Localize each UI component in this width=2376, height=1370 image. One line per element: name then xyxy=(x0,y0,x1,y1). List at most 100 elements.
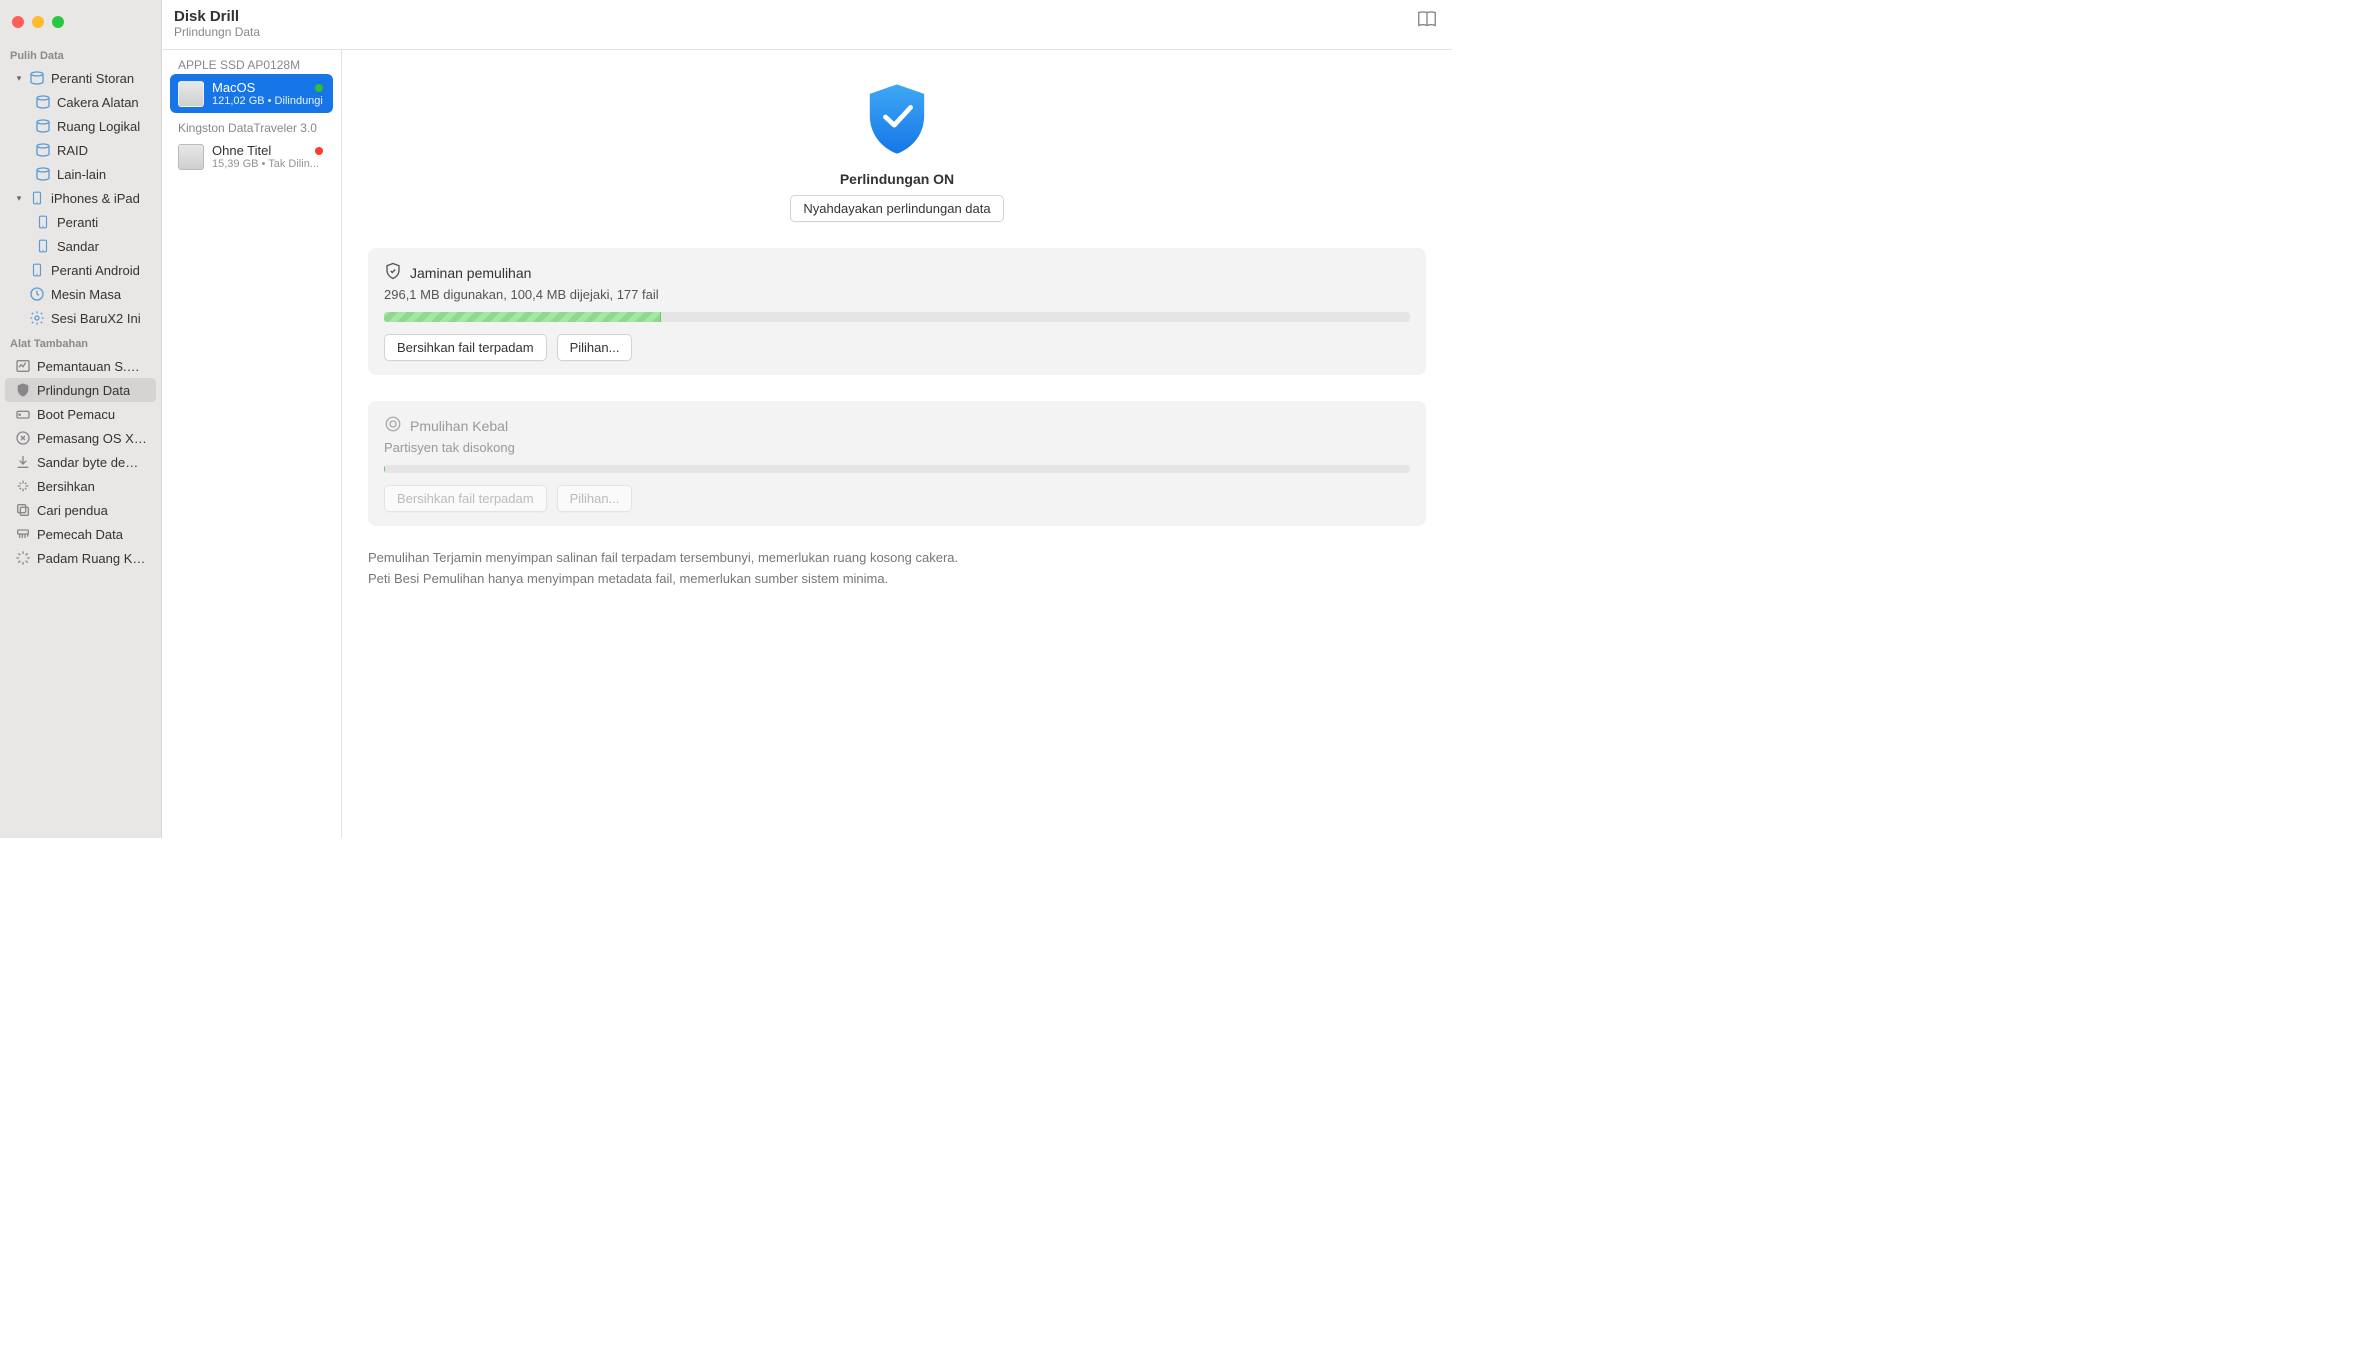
volume-name: Ohne Titel xyxy=(212,143,325,158)
label: Sandar byte demi byte xyxy=(37,455,148,470)
sidebar-item-smart[interactable]: Pemantauan S.M.A.R.T. xyxy=(5,354,156,378)
target-icon xyxy=(384,415,402,436)
card-subtitle: Partisyen tak disokong xyxy=(384,440,1410,455)
card-title: Pmulihan Kebal xyxy=(410,418,508,434)
chevron-down-icon: ▾ xyxy=(15,194,23,202)
volume-item-ohne-titel[interactable]: Ohne Titel 15,39 GB • Tak Dilin... xyxy=(170,137,333,176)
internal-disk-icon xyxy=(178,81,204,107)
recovery-guarantee-card: Jaminan pemulihan 296,1 MB digunakan, 10… xyxy=(368,248,1426,375)
volume-item-macos[interactable]: MacOS 121,02 GB • Dilindungi xyxy=(170,74,333,113)
burst-icon xyxy=(15,550,31,566)
clean-deleted-button[interactable]: Bersihkan fail terpadam xyxy=(384,334,547,361)
phone-icon xyxy=(29,262,45,278)
volume-name: MacOS xyxy=(212,80,325,95)
shredder-icon xyxy=(15,526,31,542)
disk-icon xyxy=(35,166,51,182)
label: Pemecah Data xyxy=(37,527,123,542)
header-bar: Disk Drill Prlindungn Data xyxy=(162,0,1452,50)
sidebar-item-ios-backup[interactable]: Sandar xyxy=(5,234,156,258)
label: Ruang Logikal xyxy=(57,119,140,134)
disk-icon xyxy=(29,70,45,86)
protection-status: Perlindungan ON xyxy=(368,171,1426,187)
sidebar-item-erase-free-space[interactable]: Padam Ruang Kosong xyxy=(5,546,156,570)
footnote-line: Pemulihan Terjamin menyimpan salinan fai… xyxy=(368,548,1426,569)
sidebar-item-cleanup[interactable]: Bersihkan xyxy=(5,474,156,498)
sidebar-item-osx-installer[interactable]: Pemasang OS X / mac... xyxy=(5,426,156,450)
recovery-vault-card: Pmulihan Kebal Partisyen tak disokong Be… xyxy=(368,401,1426,526)
label: Sesi BaruX2 Ini xyxy=(51,311,141,326)
sidebar-item-byte-backup[interactable]: Sandar byte demi byte xyxy=(5,450,156,474)
label: Peranti Storan xyxy=(51,71,134,86)
sidebar-item-hardware-disks[interactable]: Cakera Alatan xyxy=(5,90,156,114)
sidebar-section-extras: Alat Tambahan xyxy=(0,330,161,354)
fullscreen-icon[interactable] xyxy=(52,16,64,28)
sidebar-item-find-duplicates[interactable]: Cari pendua xyxy=(5,498,156,522)
label: Lain-lain xyxy=(57,167,106,182)
label: Boot Pemacu xyxy=(37,407,115,422)
sidebar-item-logical-volumes[interactable]: Ruang Logikal xyxy=(5,114,156,138)
sidebar-item-iphones-ipad[interactable]: ▾ iPhones & iPad xyxy=(5,186,156,210)
volume-sub: 15,39 GB • Tak Dilin... xyxy=(212,158,325,170)
shield-outline-icon xyxy=(384,262,402,283)
x-circle-icon xyxy=(15,430,31,446)
gear-icon xyxy=(29,310,45,326)
label: Pemantauan S.M.A.R.T. xyxy=(37,359,148,374)
volume-sub: 121,02 GB • Dilindungi xyxy=(212,95,325,107)
sidebar-item-boot-drive[interactable]: Boot Pemacu xyxy=(5,402,156,426)
chart-icon xyxy=(15,358,31,374)
footnote: Pemulihan Terjamin menyimpan salinan fai… xyxy=(368,548,1426,590)
external-disk-icon xyxy=(178,144,204,170)
phone-icon xyxy=(29,190,45,206)
status-dot-protected-icon xyxy=(315,84,323,92)
volume-list: APPLE SSD AP0128M MacOS 121,02 GB • Dili… xyxy=(162,50,342,838)
spacer xyxy=(15,314,23,322)
drive-icon xyxy=(15,406,31,422)
sidebar-item-session[interactable]: Sesi BaruX2 Ini xyxy=(5,306,156,330)
spacer xyxy=(15,266,23,274)
disk-icon xyxy=(35,142,51,158)
sidebar-section-recover: Pulih Data xyxy=(0,42,161,66)
label: RAID xyxy=(57,143,88,158)
sparkle-icon xyxy=(15,478,31,494)
window-controls xyxy=(0,10,161,42)
phone-icon xyxy=(35,238,51,254)
minimize-icon[interactable] xyxy=(32,16,44,28)
shield-icon xyxy=(15,382,31,398)
options-button-disabled: Pilihan... xyxy=(557,485,633,512)
status-dot-unprotected-icon xyxy=(315,147,323,155)
label: Pemasang OS X / mac... xyxy=(37,431,148,446)
sidebar: Pulih Data ▾ Peranti Storan Cakera Alata… xyxy=(0,0,162,838)
label: iPhones & iPad xyxy=(51,191,140,206)
card-title: Jaminan pemulihan xyxy=(410,265,531,281)
sidebar-item-data-shredder[interactable]: Pemecah Data xyxy=(5,522,156,546)
sidebar-item-data-protection[interactable]: Prlindungn Data xyxy=(5,378,156,402)
clock-icon xyxy=(29,286,45,302)
copy-icon xyxy=(15,502,31,518)
label: Cakera Alatan xyxy=(57,95,139,110)
label: Bersihkan xyxy=(37,479,95,494)
disk-icon xyxy=(35,118,51,134)
manual-icon[interactable] xyxy=(1416,8,1438,33)
usage-progress-disabled xyxy=(384,465,1410,473)
label: Padam Ruang Kosong xyxy=(37,551,148,566)
sidebar-item-storage-devices[interactable]: ▾ Peranti Storan xyxy=(5,66,156,90)
device-group-header: APPLE SSD AP0128M xyxy=(162,50,341,74)
disk-icon xyxy=(35,94,51,110)
label: Prlindungn Data xyxy=(37,383,130,398)
sidebar-item-time-machine[interactable]: Mesin Masa xyxy=(5,282,156,306)
label: Peranti xyxy=(57,215,98,230)
device-group-header: Kingston DataTraveler 3.0 xyxy=(162,113,341,137)
usage-progress xyxy=(384,312,1410,322)
app-title: Disk Drill xyxy=(174,8,260,25)
chevron-down-icon: ▾ xyxy=(15,74,23,82)
footnote-line: Peti Besi Pemulihan hanya menyimpan meta… xyxy=(368,569,1426,590)
close-icon[interactable] xyxy=(12,16,24,28)
sidebar-item-ios-devices[interactable]: Peranti xyxy=(5,210,156,234)
spacer xyxy=(15,290,23,298)
disable-protection-button[interactable]: Nyahdayakan perlindungan data xyxy=(790,195,1003,222)
sidebar-item-raid[interactable]: RAID xyxy=(5,138,156,162)
sidebar-item-other[interactable]: Lain-lain xyxy=(5,162,156,186)
clean-deleted-button-disabled: Bersihkan fail terpadam xyxy=(384,485,547,512)
options-button[interactable]: Pilihan... xyxy=(557,334,633,361)
sidebar-item-android[interactable]: Peranti Android xyxy=(5,258,156,282)
